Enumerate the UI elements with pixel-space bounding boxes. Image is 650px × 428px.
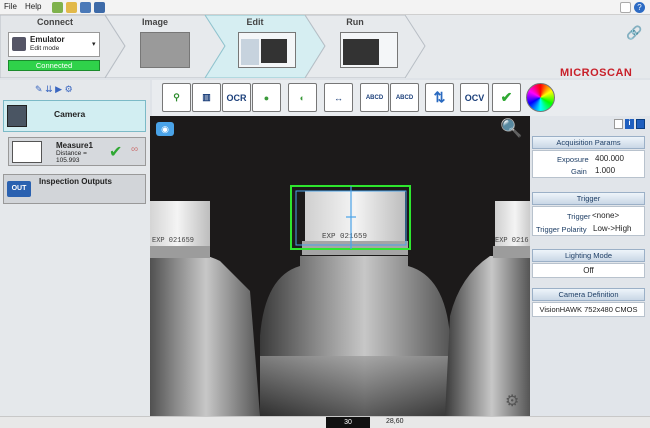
trigger-label: Trigger (567, 212, 591, 221)
distance-value: 105.993 (56, 157, 80, 164)
trigger-header[interactable]: Trigger (532, 192, 645, 205)
save-icon[interactable] (80, 2, 91, 13)
step-edit-label[interactable]: Edit (215, 17, 295, 27)
run-thumbnail[interactable] (340, 32, 398, 68)
step-connect-label[interactable]: Connect (0, 17, 110, 27)
middle-cap-text: EXP 021659 (322, 233, 367, 241)
left-cap-text: EXP 021659 (152, 237, 194, 245)
gear-icon[interactable]: ⚙ (505, 391, 519, 411)
panel-toggle-icon[interactable] (636, 119, 645, 129)
menu-file[interactable]: File (4, 2, 17, 11)
brand-logo: MICROSCAN (560, 67, 633, 79)
outputs-icon: OUT (7, 181, 31, 197)
camera-item[interactable]: Camera (3, 100, 146, 132)
camera-definition-value[interactable]: VisionHAWK 752x480 CMOS (532, 302, 645, 317)
menu-bar: File Help ? (0, 0, 650, 15)
device-name: Emulator (30, 35, 65, 44)
measure-name: Measure1 (56, 141, 93, 150)
polarity-value[interactable]: Low->High (593, 224, 631, 233)
step-run-label[interactable]: Run (315, 17, 395, 27)
document-icon[interactable] (614, 119, 623, 129)
camera-label: Camera (54, 109, 86, 119)
right-cap-text: EXP 0216 (495, 237, 529, 245)
device-icon (12, 37, 26, 51)
verify-tool-button[interactable]: ✔ (492, 83, 521, 112)
camera-image-view[interactable]: EXP 021659 EXP 021659 EXP 0216 ◉ 🔍 ⚙ (150, 116, 530, 416)
pin-icon[interactable]: ✎ (35, 84, 43, 94)
link-icon[interactable]: ∞ (131, 144, 138, 155)
distance-label: Distance = (56, 150, 87, 157)
lighting-mode-header[interactable]: Lighting Mode (532, 249, 645, 262)
menu-help[interactable]: Help (25, 2, 41, 11)
edit-thumbnail[interactable] (238, 32, 296, 68)
status-bar: 30 28,60 (0, 416, 650, 428)
locate-tool-button[interactable]: ⚲ (162, 83, 191, 112)
measure-tool-button[interactable]: ↔ (324, 83, 353, 112)
gain-label: Gain (571, 167, 587, 176)
color-tool-button[interactable] (526, 83, 555, 112)
image-thumbnail[interactable] (140, 32, 190, 68)
exposure-value[interactable]: 400.000 (595, 154, 624, 163)
tree-toolbar: ✎ ⇊ ▶ ⚙ (35, 84, 95, 96)
ocv-tool-button[interactable]: OCV (460, 83, 489, 112)
device-selector[interactable]: Emulator Edit mode ▾ (8, 32, 100, 57)
help-icon[interactable]: ? (634, 2, 645, 13)
measure-icon (12, 141, 42, 163)
measure-item[interactable]: Measure1 Distance = 105.993 ✔ ∞ (8, 137, 146, 166)
camera-icon (7, 105, 27, 127)
chevron-down-icon[interactable]: ▾ (92, 40, 96, 48)
open-folder-icon[interactable] (66, 2, 77, 13)
blob-tool-button[interactable]: ● (252, 83, 281, 112)
workflow-bar: Connect Emulator Edit mode ▾ Connected I… (0, 15, 650, 79)
info-icon[interactable]: i (625, 119, 634, 129)
settings-icon[interactable]: ⚙ (65, 84, 73, 94)
bottle-image: EXP 021659 EXP 021659 EXP 0216 (150, 116, 530, 416)
outputs-label: Inspection Outputs (39, 177, 112, 186)
document-icon[interactable] (620, 2, 631, 13)
presence-tool-button[interactable]: ◐ (288, 83, 317, 112)
acquisition-params-header[interactable]: Acquisition Params (532, 136, 645, 149)
status-value-right: 28,60 (386, 418, 404, 425)
play-icon[interactable]: ▶ (55, 84, 62, 94)
device-mode: Edit mode (30, 45, 60, 52)
properties-panel: i Acquisition Params Exposure 400.000 Ga… (530, 116, 650, 416)
barcode-tool-button[interactable]: ▥ (192, 83, 221, 112)
tool-palette: ⚲ ▥ OCR ● ◐ ↔ ABCD ABCD ⇅ OCV ✔ (152, 80, 650, 116)
status-value-left: 30 (326, 417, 370, 428)
new-icon[interactable] (52, 2, 63, 13)
inspection-outputs-item[interactable]: OUT Inspection Outputs (3, 174, 146, 204)
gain-value[interactable]: 1.000 (595, 166, 615, 175)
exposure-label: Exposure (557, 155, 589, 164)
connection-status: Connected (8, 60, 100, 71)
ocr-tool-button[interactable]: OCR (222, 83, 251, 112)
trigger-value[interactable]: <none> (592, 211, 619, 220)
polarity-label: Trigger Polarity (536, 225, 587, 234)
inspection-tree-panel: ✎ ⇊ ▶ ⚙ Camera Measure1 Distance = 105.9… (0, 80, 150, 428)
step-image-label[interactable]: Image (115, 17, 195, 27)
link-icon[interactable]: 🔗 (626, 25, 642, 41)
zoom-icon[interactable]: 🔍 (500, 118, 522, 139)
lighting-mode-value[interactable]: Off (532, 263, 645, 278)
acquisition-params-body: Exposure 400.000 Gain 1.000 (532, 150, 645, 178)
pass-check-icon: ✔ (109, 144, 123, 161)
camera-definition-header[interactable]: Camera Definition (532, 288, 645, 301)
save-as-icon[interactable] (94, 2, 105, 13)
string-tool-button[interactable]: ABCD (390, 83, 419, 112)
trigger-body: Trigger <none> Trigger Polarity Low->Hig… (532, 206, 645, 236)
move-down-icon[interactable]: ⇊ (45, 84, 53, 94)
math-tool-button[interactable]: ABCD (360, 83, 389, 112)
logic-tool-button[interactable]: ⇅ (425, 83, 454, 112)
camera-snapshot-icon[interactable]: ◉ (156, 122, 174, 136)
